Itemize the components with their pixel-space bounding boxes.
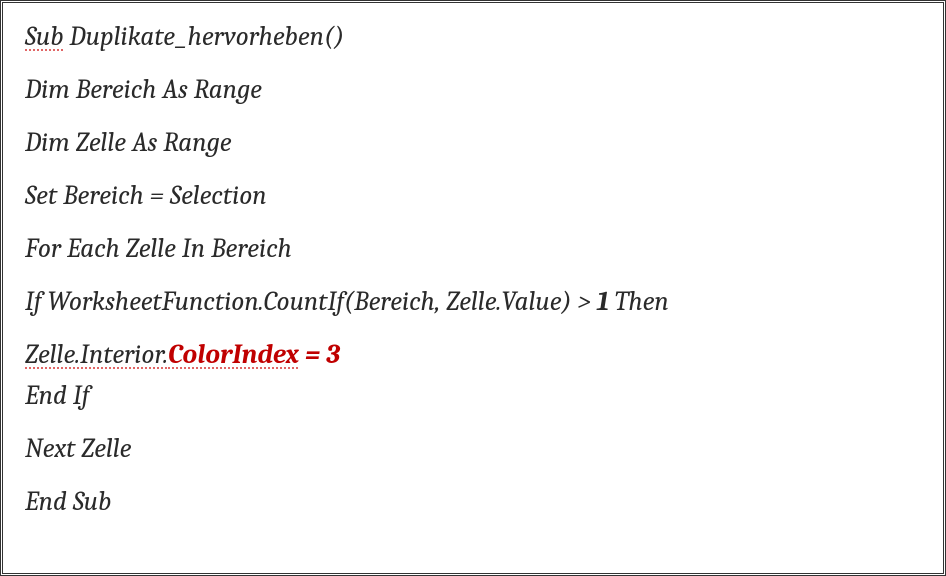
code-segment: If WorksheetFunction.CountIf(Bereich, Ze… bbox=[25, 286, 597, 317]
code-line: Set Bereich = Selection bbox=[25, 180, 921, 211]
code-line: Dim Zelle As Range bbox=[25, 127, 921, 158]
code-segment: For Each Zelle In Bereich bbox=[25, 233, 292, 264]
code-segment: Then bbox=[609, 286, 669, 317]
code-line: Sub Duplikate_hervorheben() bbox=[25, 21, 921, 52]
code-segment: ColorIndex bbox=[168, 339, 299, 370]
code-segment: 1 bbox=[597, 286, 609, 317]
code-segment: Dim Bereich As Range bbox=[25, 74, 262, 105]
code-line: End Sub bbox=[25, 486, 921, 517]
code-line: Zelle.Interior.ColorIndex = 3 bbox=[25, 339, 921, 370]
code-line: If WorksheetFunction.CountIf(Bereich, Ze… bbox=[25, 286, 921, 317]
code-segment: End If bbox=[25, 380, 89, 411]
document-frame: Sub Duplikate_hervorheben() Dim Bereich A… bbox=[0, 0, 946, 576]
code-segment: 3 bbox=[326, 339, 340, 370]
code-segment: Zelle.Interior. bbox=[25, 339, 168, 370]
code-segment: Set Bereich = Selection bbox=[25, 180, 267, 211]
code-line: Next Zelle bbox=[25, 433, 921, 464]
code-line: For Each Zelle In Bereich bbox=[25, 233, 921, 264]
code-segment: Duplikate_hervorheben() bbox=[64, 21, 345, 52]
code-segment: Next Zelle bbox=[25, 433, 131, 464]
code-segment: Dim Zelle As Range bbox=[25, 127, 231, 158]
code-line: Dim Bereich As Range bbox=[25, 74, 921, 105]
code-line: End If bbox=[25, 380, 921, 411]
code-segment: End Sub bbox=[25, 486, 111, 517]
code-block: Sub Duplikate_hervorheben() Dim Bereich A… bbox=[3, 3, 943, 573]
code-segment: Sub bbox=[25, 21, 64, 52]
code-segment: = bbox=[299, 339, 326, 370]
